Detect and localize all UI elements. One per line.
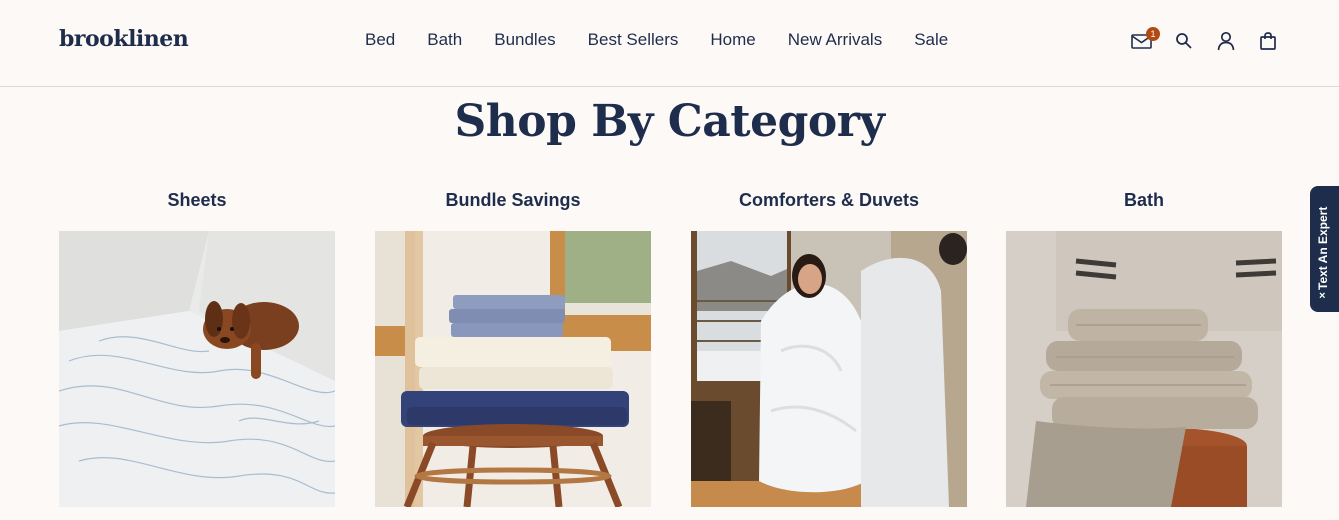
text-an-expert-label[interactable]: Text An Expert — [1316, 180, 1332, 290]
nav-item-best-sellers[interactable]: Best Sellers — [588, 30, 679, 50]
nav-item-bundles[interactable]: Bundles — [494, 30, 555, 50]
category-label[interactable]: Comforters & Duvets — [691, 190, 967, 216]
close-icon[interactable]: × — [1319, 290, 1325, 302]
nav-item-home[interactable]: Home — [710, 30, 755, 50]
category-card-comforters-duvets[interactable]: Comforters & Duvets — [691, 190, 967, 507]
category-card-bundle-savings[interactable]: Bundle Savings — [375, 190, 651, 507]
bag-icon[interactable] — [1256, 29, 1280, 53]
mail-badge: 1 — [1146, 27, 1160, 41]
nav-item-sale[interactable]: Sale — [914, 30, 948, 50]
user-icon[interactable] — [1214, 29, 1238, 53]
search-icon[interactable] — [1172, 29, 1196, 53]
header-icons: 1 — [1130, 27, 1298, 55]
category-label[interactable]: Bath — [1006, 190, 1282, 216]
nav-item-bed[interactable]: Bed — [365, 30, 395, 50]
bath-image[interactable] — [1006, 231, 1282, 507]
page-title: Shop By Category — [454, 96, 885, 147]
sheets-image[interactable] — [59, 231, 335, 507]
site-header: brooklinen Bed Bath Bundles Best Sellers… — [0, 0, 1339, 87]
category-card-sheets[interactable]: Sheets — [59, 190, 335, 507]
category-label[interactable]: Bundle Savings — [375, 190, 651, 216]
brand-logo[interactable]: brooklinen — [59, 26, 189, 52]
mail-icon[interactable]: 1 — [1130, 27, 1160, 53]
main-nav: Bed Bath Bundles Best Sellers Home New A… — [365, 30, 980, 50]
category-label[interactable]: Sheets — [59, 190, 335, 216]
bundle-savings-image[interactable] — [375, 231, 651, 507]
comforters-image[interactable] — [691, 231, 967, 507]
text-an-expert-widget[interactable]: Text An Expert × — [1310, 186, 1339, 312]
nav-item-new-arrivals[interactable]: New Arrivals — [788, 30, 882, 50]
nav-item-bath[interactable]: Bath — [427, 30, 462, 50]
category-card-bath[interactable]: Bath — [1006, 190, 1282, 507]
